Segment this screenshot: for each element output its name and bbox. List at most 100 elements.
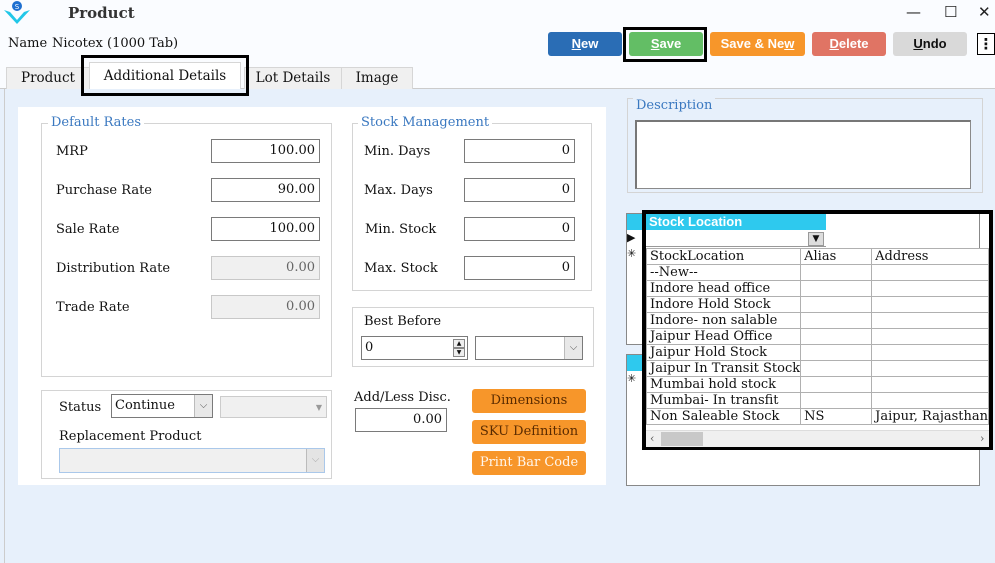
tab-border [4, 88, 5, 563]
table-cell: Mumbai hold stock [645, 376, 802, 393]
min-stock-label: Min. Stock [365, 222, 437, 237]
distribution-rate-input: 0.00 [211, 256, 320, 280]
title-bar [0, 0, 995, 28]
best-before-value: 0 [365, 340, 374, 355]
sale-rate-label: Sale Rate [56, 222, 120, 237]
table-cell [871, 344, 989, 361]
column-header[interactable]: Alias [800, 248, 873, 265]
table-cell: Jaipur, Rajasthan [871, 408, 989, 425]
print-bar-code-button[interactable]: Print Bar Code [472, 451, 586, 475]
maximize-button[interactable]: ☐ [944, 3, 957, 21]
save-and-new-button[interactable]: Save & New [710, 32, 805, 56]
sku-definition-button[interactable]: SKU Definition [472, 420, 586, 444]
discount-input[interactable]: 0.00 [355, 408, 447, 432]
table-cell [871, 328, 989, 345]
table-cell [800, 328, 873, 345]
table-cell [871, 280, 989, 297]
chevron-down-icon: ⌵ [194, 395, 212, 417]
table-cell [800, 296, 873, 313]
table-cell [800, 280, 873, 297]
scroll-left-icon[interactable]: ‹ [650, 431, 654, 447]
horizontal-scrollbar[interactable]: ‹ › [646, 430, 989, 447]
table-cell [800, 392, 873, 409]
table-cell [800, 344, 873, 361]
table-cell [800, 264, 873, 281]
table-row[interactable]: Indore- non salable [645, 312, 989, 329]
new-row-icon: ✳ [627, 247, 637, 260]
min-stock-input[interactable]: 0 [464, 217, 575, 241]
table-row[interactable]: --New-- [645, 264, 989, 281]
save-button[interactable]: Save [629, 32, 703, 56]
purchase-rate-input[interactable]: 90.00 [211, 178, 320, 202]
sale-rate-input[interactable]: 100.00 [211, 217, 320, 241]
stock-location-input[interactable] [646, 230, 826, 247]
tab-product[interactable]: Product [6, 67, 90, 89]
table-cell: Jaipur Head Office [645, 328, 802, 345]
minimize-button[interactable]: — [906, 3, 921, 21]
table-cell [871, 296, 989, 313]
stock-location-table: StockLocation Alias Address --New-- Indore h… [645, 248, 989, 425]
table-row[interactable]: Indore Hold Stock [645, 296, 989, 313]
more-options-icon[interactable]: ⋮ [977, 33, 995, 55]
best-before-label: Best Before [364, 314, 442, 329]
status-value: Continue [115, 398, 175, 413]
new-row-icon: ✳ [627, 372, 637, 385]
new-button[interactable]: New [548, 32, 622, 56]
max-days-input[interactable]: 0 [464, 178, 575, 202]
status-label: Status [59, 400, 102, 415]
table-row[interactable]: Jaipur Head Office [645, 328, 989, 345]
min-days-input[interactable]: 0 [464, 139, 575, 163]
table-cell [800, 360, 873, 377]
max-stock-input[interactable]: 0 [464, 256, 575, 280]
max-stock-label: Max. Stock [364, 261, 438, 276]
replacement-product-select: ⌵ [59, 448, 325, 473]
spin-down-icon[interactable]: ▼ [453, 348, 465, 357]
best-before-unit-select[interactable]: ⌵ [475, 336, 583, 360]
delete-button[interactable]: Delete [812, 32, 886, 56]
table-row[interactable]: Mumbai- In transfit [645, 392, 989, 409]
grid-header-cell [627, 355, 643, 371]
stock-location-dropdown[interactable]: Stock Location ▼ StockLocation Alias Addre… [642, 210, 993, 450]
table-cell: --New-- [645, 264, 802, 281]
table-row[interactable]: Jaipur Hold Stock [645, 344, 989, 361]
column-header[interactable]: Address [871, 248, 989, 265]
scroll-thumb[interactable] [661, 432, 703, 446]
scroll-right-icon[interactable]: › [980, 431, 984, 447]
purchase-rate-label: Purchase Rate [56, 183, 152, 198]
dimensions-button[interactable]: Dimensions [472, 389, 586, 413]
undo-button[interactable]: Undo [893, 32, 967, 56]
table-cell [800, 376, 873, 393]
max-days-label: Max. Days [364, 183, 433, 198]
grid-header-cell [627, 214, 643, 230]
status-select[interactable]: Continue ⌵ [111, 394, 213, 418]
table-cell: Indore head office [645, 280, 802, 297]
column-header[interactable]: StockLocation [645, 248, 802, 265]
tab-lot-details[interactable]: Lot Details [244, 67, 342, 89]
replacement-product-label: Replacement Product [59, 429, 202, 444]
table-cell [871, 376, 989, 393]
tab-highlight [81, 55, 249, 96]
table-cell [871, 392, 989, 409]
caret-down-icon: ▼ [315, 403, 322, 412]
spin-up-icon[interactable]: ▲ [453, 339, 465, 348]
current-row-icon: ▶ [627, 231, 636, 244]
dropdown-arrow-icon[interactable]: ▼ [808, 232, 824, 246]
table-row[interactable]: Non Saleable Stock NS Jaipur, Rajasthan [645, 408, 989, 425]
mrp-input[interactable]: 100.00 [211, 139, 320, 163]
grid-divider [979, 214, 980, 248]
table-cell [800, 312, 873, 329]
window-title: Product [68, 4, 135, 22]
best-before-spinner[interactable]: 0 ▲ ▼ [361, 336, 468, 360]
name-label: Name [8, 36, 48, 51]
stock-management-title: Stock Management [358, 115, 493, 130]
discount-label: Add/Less Disc. [354, 390, 451, 405]
table-cell: Indore Hold Stock [645, 296, 802, 313]
tab-image[interactable]: Image [341, 67, 413, 89]
table-row[interactable]: Indore head office [645, 280, 989, 297]
close-button[interactable]: ✕ [978, 3, 991, 21]
table-row[interactable]: Mumbai hold stock [645, 376, 989, 393]
description-textarea[interactable] [635, 120, 971, 189]
svg-text:S: S [15, 3, 20, 11]
table-row[interactable]: Jaipur In Transit Stock [645, 360, 989, 377]
stock-location-header: Stock Location [646, 214, 826, 230]
